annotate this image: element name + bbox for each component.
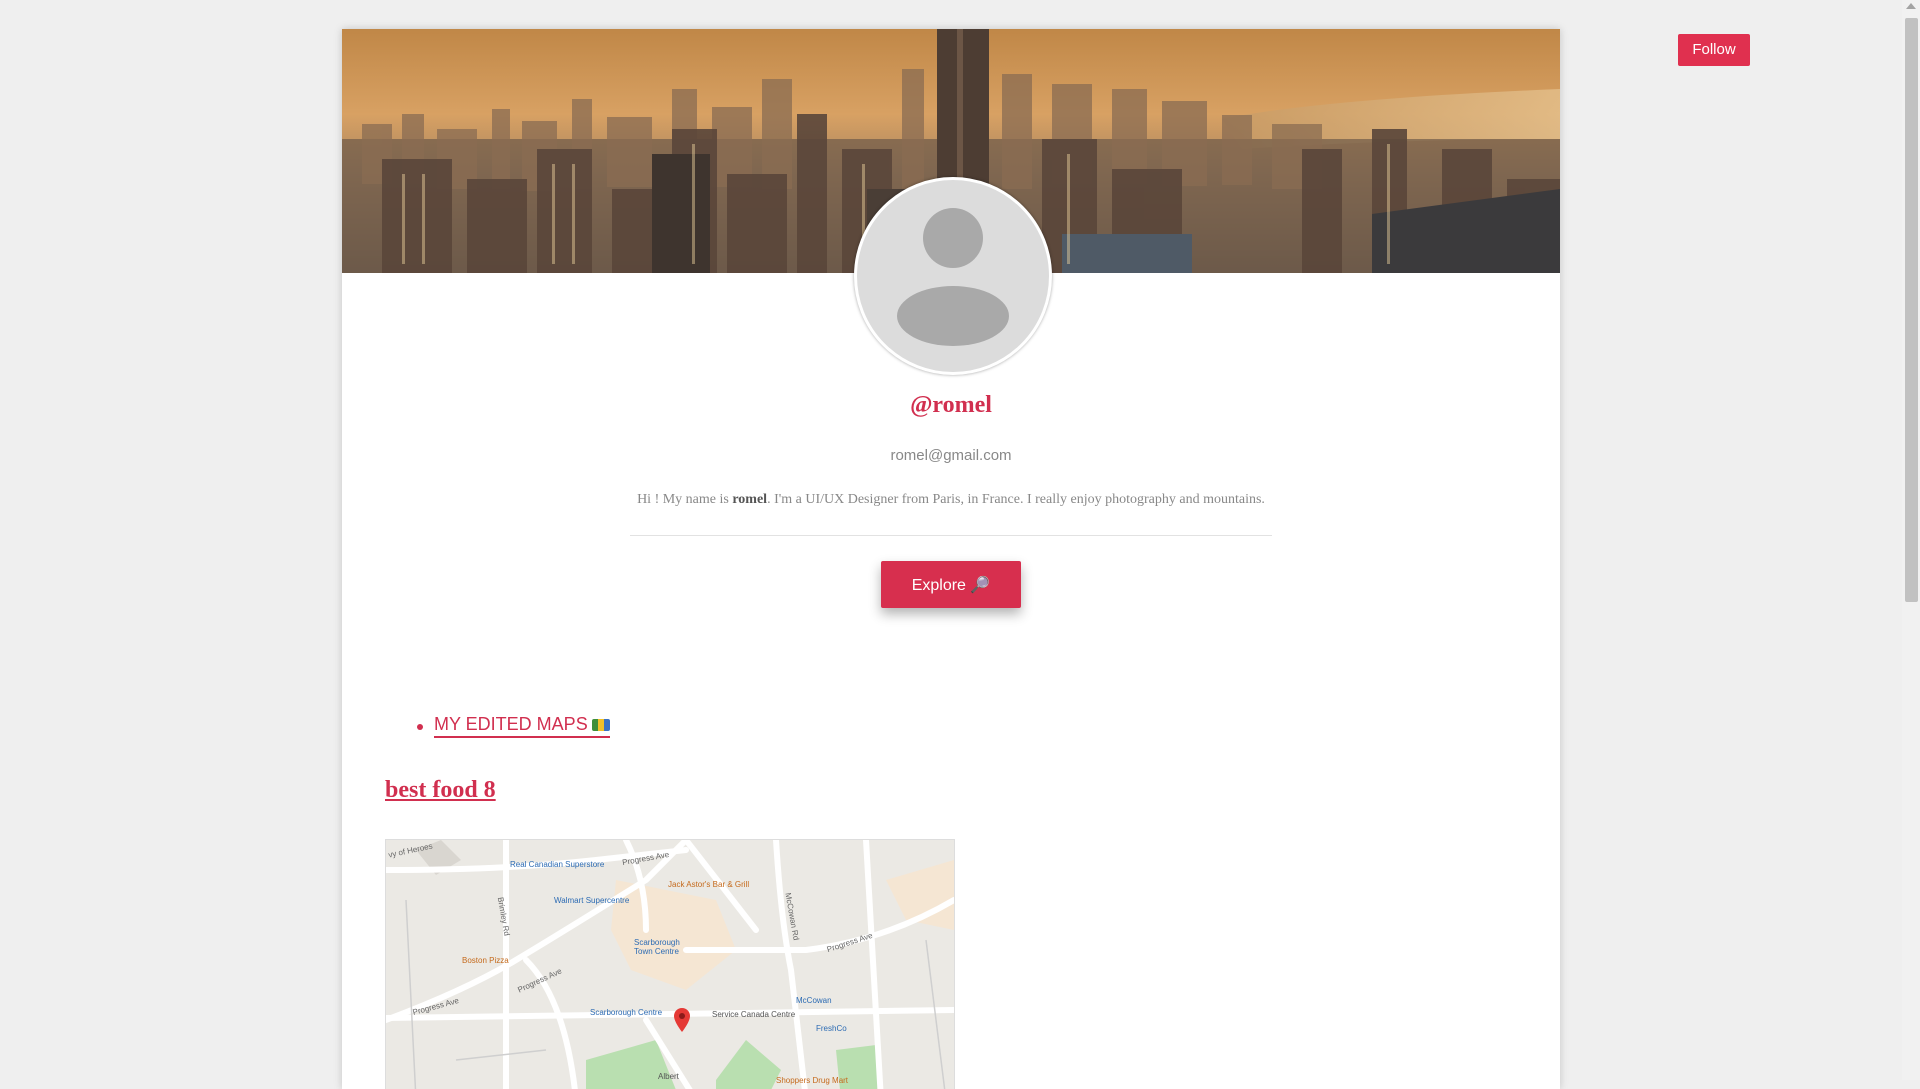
- map-label-service-canada[interactable]: Service Canada Centre: [712, 1010, 795, 1019]
- map-label-scarborough-centre[interactable]: Scarborough Centre: [590, 1008, 662, 1017]
- map-label-jack-astors[interactable]: Jack Astor's Bar & Grill: [668, 880, 749, 889]
- world-map-icon: [591, 719, 610, 731]
- map-label-scarborough-town-2[interactable]: Town Centre: [634, 947, 679, 956]
- profile-card: @romel romel@gmail.com Hi ! My name is r…: [342, 29, 1560, 1089]
- my-edited-maps-label: MY EDITED MAPS: [434, 714, 588, 734]
- page-scrollbar[interactable]: [1902, 0, 1920, 1080]
- map-marker-icon[interactable]: [674, 1008, 690, 1032]
- map-label-shoppers[interactable]: Shoppers Drug Mart: [776, 1076, 848, 1085]
- profile-username: @romel: [910, 392, 992, 418]
- scroll-thumb[interactable]: [1905, 18, 1918, 602]
- my-edited-maps-link[interactable]: MY EDITED MAPS: [434, 714, 610, 738]
- bio-divider: [630, 535, 1272, 536]
- user-silhouette-icon: [897, 208, 1009, 346]
- list-bullet: [417, 724, 423, 730]
- profile-bio: Hi ! My name is romel. I'm a UI/UX Desig…: [630, 492, 1272, 508]
- scroll-up-arrow-icon[interactable]: [1906, 3, 1916, 9]
- profile-email: romel@gmail.com: [890, 447, 1012, 464]
- map-label-scarborough-town-1[interactable]: Scarborough: [634, 938, 680, 947]
- bio-suffix: . I'm a UI/UX Designer from Paris, in Fr…: [767, 492, 1265, 507]
- bio-name: romel: [732, 492, 768, 507]
- map-label-real-canadian[interactable]: Real Canadian Superstore: [510, 860, 604, 869]
- map-embed[interactable]: vy of Heroes Real Canadian Superstore Pr…: [385, 839, 955, 1089]
- map-label-walmart[interactable]: Walmart Supercentre: [554, 896, 629, 905]
- avatar: [854, 177, 1052, 375]
- map-label-freshco[interactable]: FreshCo: [816, 1024, 847, 1033]
- bio-prefix: Hi ! My name is: [637, 492, 733, 507]
- map-label-mccowan[interactable]: McCowan: [796, 996, 832, 1005]
- explore-button[interactable]: Explore 🔎: [881, 561, 1021, 608]
- map-title-link[interactable]: best food 8: [385, 777, 496, 804]
- follow-button[interactable]: Follow: [1678, 34, 1750, 66]
- map-label-boston-pizza[interactable]: Boston Pizza: [462, 956, 509, 965]
